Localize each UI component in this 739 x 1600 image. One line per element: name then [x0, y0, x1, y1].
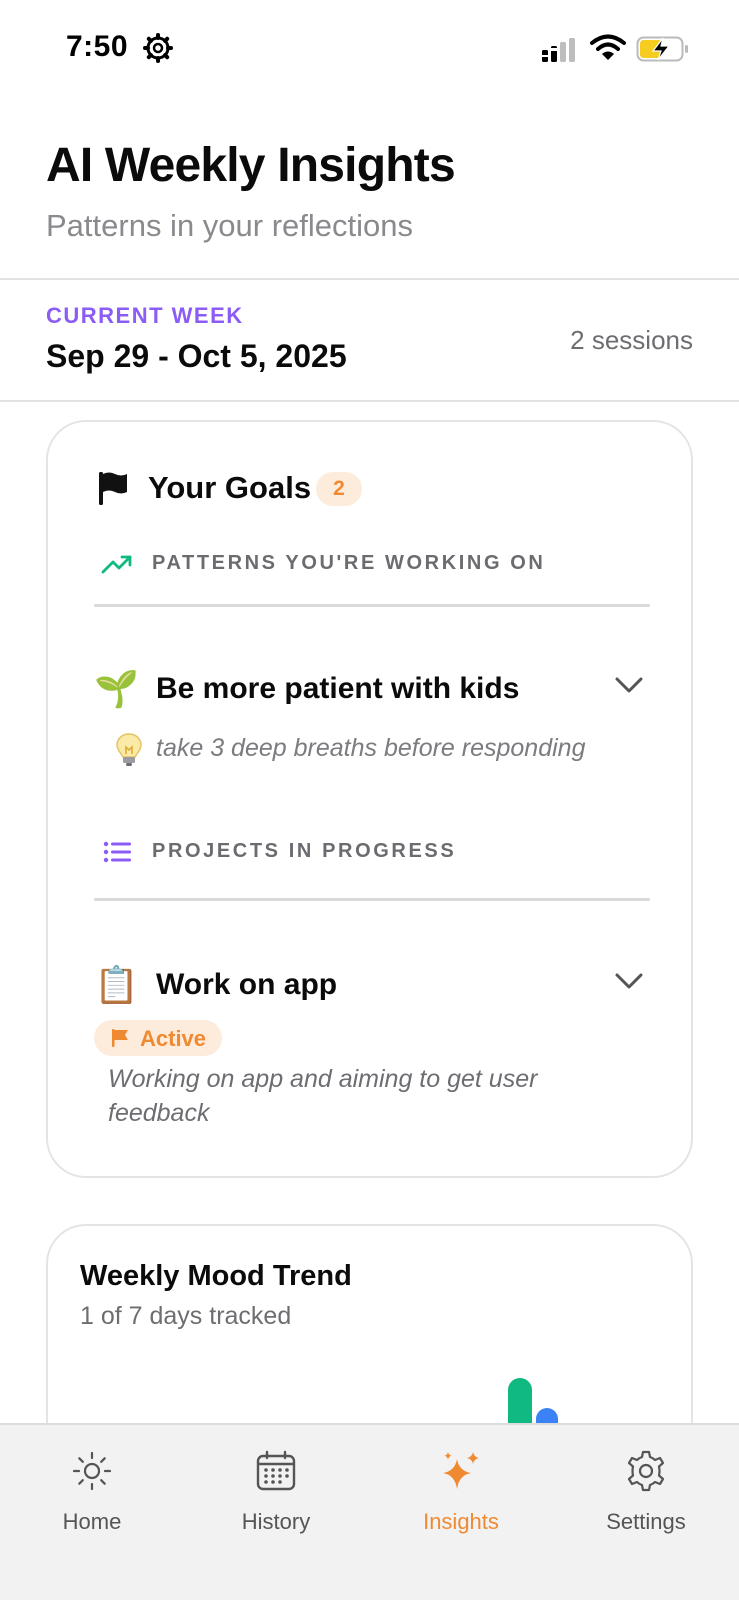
lightbulb-icon [116, 733, 142, 766]
week-date-range: Sep 29 - Oct 5, 2025 [46, 338, 347, 374]
projects-section-label: PROJECTS IN PROGRESS [152, 840, 457, 862]
goals-card: Your Goals 2 PATTERNS YOU'RE WORKING ON … [46, 420, 693, 1178]
flag-icon [99, 472, 127, 505]
pattern-goal-item[interactable]: 🌱 Be more patient with kids [94, 666, 650, 712]
page-subtitle: Patterns in your reflections [46, 208, 414, 243]
pattern-tip-text: take 3 deep breaths before responding [156, 734, 586, 762]
status-bar: 7:50 [0, 0, 739, 96]
chevron-down-icon[interactable] [614, 970, 644, 992]
chevron-down-icon[interactable] [614, 674, 644, 696]
project-description: Working on app and aiming to get user fe… [108, 1065, 538, 1127]
cellular-signal-icon [542, 38, 575, 62]
trending-up-icon [101, 555, 132, 574]
tab-home-label: Home [62, 1509, 122, 1534]
project-goal-title: Work on app [156, 968, 338, 1001]
status-badge-label: Active [140, 1026, 207, 1051]
pattern-goal-title: Be more patient with kids [156, 672, 520, 705]
gear-icon [627, 1450, 665, 1492]
session-count: 2 sessions [570, 325, 693, 355]
tab-bar: Home History Insights Settings [0, 1423, 739, 1600]
tab-insights[interactable]: Insights [386, 1449, 536, 1559]
page-title: AI Weekly Insights [46, 139, 456, 192]
mood-trend-title: Weekly Mood Trend [80, 1260, 352, 1292]
seedling-icon: 🌱 [94, 668, 139, 709]
section-divider [94, 604, 650, 607]
tab-insights-label: Insights [423, 1509, 499, 1534]
projects-section-header: PROJECTS IN PROGRESS [96, 834, 656, 874]
flag-icon [112, 1029, 128, 1047]
divider [0, 400, 739, 402]
list-icon [103, 841, 131, 863]
clipboard-icon: 📋 [94, 964, 139, 1005]
project-goal-item[interactable]: 📋 Work on app [94, 962, 650, 1008]
calendar-icon [256, 1450, 296, 1491]
settings-status-icon [143, 33, 173, 63]
patterns-section-label: PATTERNS YOU'RE WORKING ON [152, 552, 546, 574]
wifi-icon [590, 34, 626, 60]
section-divider [94, 898, 650, 901]
sun-icon [72, 1451, 112, 1491]
sparkles-icon [443, 1452, 479, 1489]
current-week-label: CURRENT WEEK [46, 303, 244, 328]
status-time: 7:50 [66, 30, 129, 63]
tab-history-label: History [241, 1509, 311, 1534]
mood-trend-subtitle: 1 of 7 days tracked [80, 1302, 292, 1330]
patterns-section-header: PATTERNS YOU'RE WORKING ON [96, 546, 656, 586]
tab-history[interactable]: History [201, 1449, 351, 1559]
battery-charging-icon [636, 36, 688, 62]
tab-home[interactable]: Home [17, 1449, 167, 1559]
status-badge: Active [94, 1020, 222, 1056]
tab-settings[interactable]: Settings [571, 1449, 721, 1559]
goals-title: Your Goals [148, 470, 312, 505]
tab-settings-label: Settings [606, 1509, 686, 1534]
pattern-tip: take 3 deep breaths before responding [114, 732, 634, 772]
goals-count-badge: 2 [316, 472, 362, 506]
